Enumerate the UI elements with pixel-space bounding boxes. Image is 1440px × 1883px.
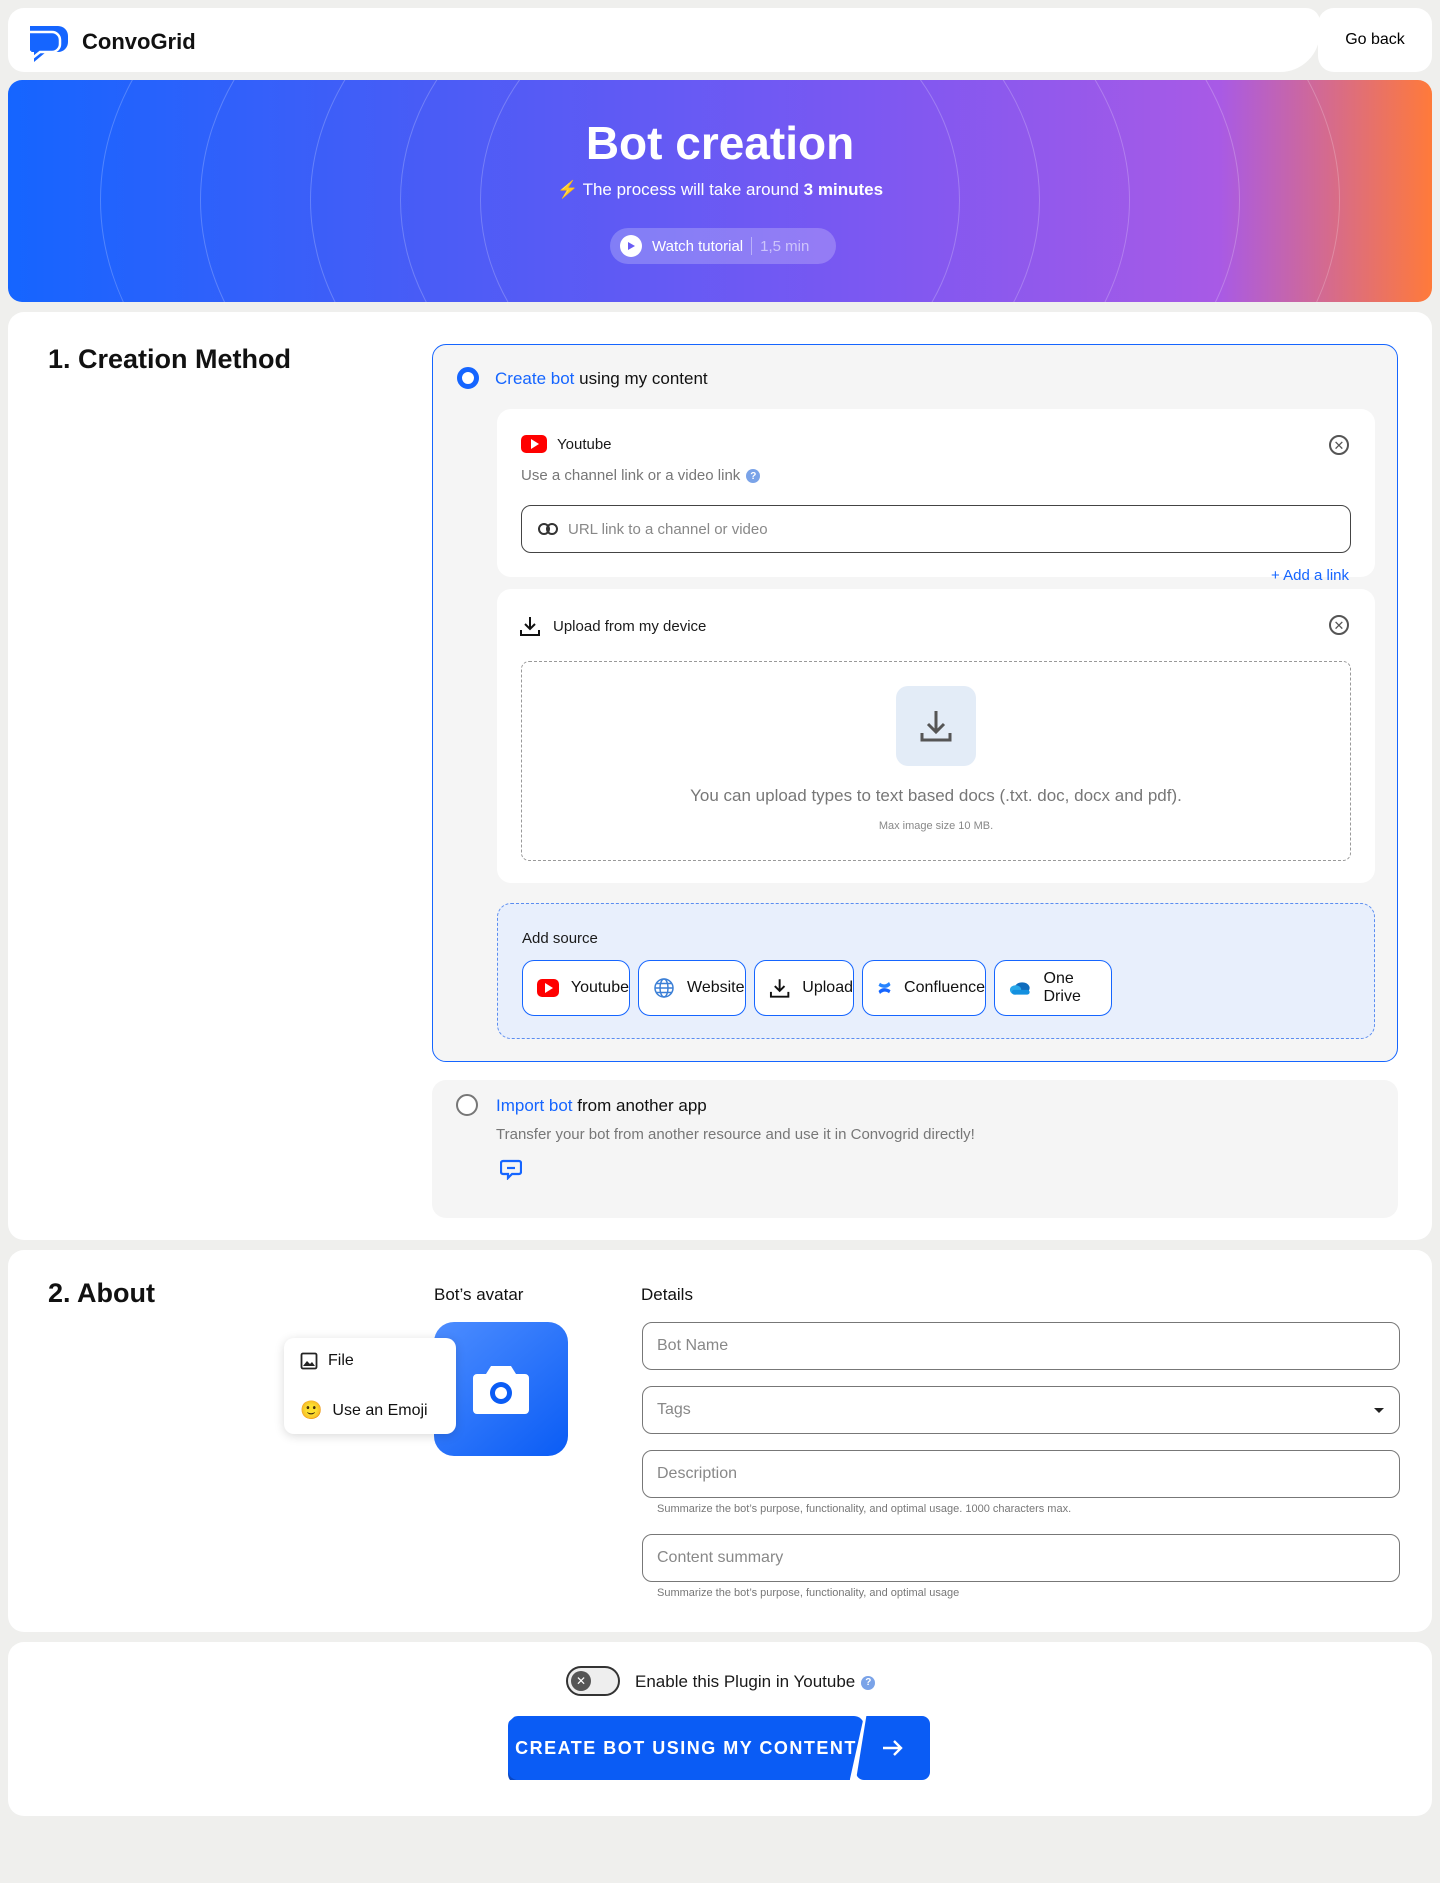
hero-banner: Bot creation ⚡ The process will take aro…	[8, 80, 1432, 302]
youtube-label: Youtube	[557, 435, 612, 453]
download-icon	[520, 617, 540, 636]
field-placeholder: Description	[657, 1465, 738, 1482]
avatar-menu: File 🙂 Use an Emoji	[284, 1338, 456, 1434]
source-onedrive-button[interactable]: One Drive	[994, 960, 1112, 1016]
watch-tutorial-button[interactable]: Watch tutorial 1,5 min	[610, 228, 836, 264]
link-icon	[538, 523, 558, 535]
upload-description: You can upload types to text based docs …	[690, 786, 1182, 805]
option-title-rest: using my content	[574, 369, 708, 388]
section-title: 1. Creation Method	[48, 344, 292, 374]
youtube-hint-text: Use a channel link or a video link	[521, 467, 741, 484]
page-title: Bot creation	[585, 117, 855, 169]
onedrive-icon	[1009, 982, 1030, 995]
youtube-icon	[521, 435, 547, 453]
close-icon: ✕	[571, 1671, 591, 1691]
next-arrow-button[interactable]	[856, 1716, 930, 1780]
create-with-content-option[interactable]: Create bot using my content Youtube ✕ Us…	[432, 344, 1398, 1062]
youtube-header: Youtube	[521, 435, 612, 453]
url-input[interactable]: URL link to a channel or video	[521, 505, 1351, 553]
convogrid-logo-icon	[24, 26, 68, 63]
field-placeholder: Bot Name	[657, 1337, 729, 1354]
bot-name-input[interactable]: Bot Name	[642, 1322, 1400, 1370]
toggle-label: Enable this Plugin in Youtube?	[635, 1672, 876, 1692]
help-icon[interactable]: ?	[861, 1675, 876, 1690]
option-description: Transfer your bot from another resource …	[496, 1126, 975, 1143]
top-bar: ConvoGrid	[8, 8, 1320, 72]
source-label: Confluence	[904, 979, 985, 996]
globe-icon	[654, 978, 674, 998]
upload-max-size: Max image size 10 MB.	[878, 820, 994, 832]
summary-hint: Summarize the bot’s purpose, functionali…	[657, 1587, 960, 1599]
subtitle-duration: 3 minutes	[803, 180, 884, 199]
option-title: Create bot using my content	[495, 369, 708, 389]
upload-icon	[896, 686, 976, 766]
radio-selected[interactable]	[457, 367, 479, 389]
youtube-hint: Use a channel link or a video link?	[521, 467, 761, 484]
image-icon	[300, 1352, 318, 1370]
enable-plugin-toggle[interactable]: ✕	[566, 1666, 620, 1696]
option-title-rest: from another app	[572, 1096, 707, 1115]
camera-icon	[473, 1366, 529, 1414]
menu-item-label: Use an Emoji	[332, 1401, 428, 1419]
add-source-title: Add source	[522, 930, 598, 947]
details-label: Details	[641, 1285, 693, 1304]
option-title-highlight: Create bot	[495, 369, 575, 388]
add-source-panel: Add source Youtube Website Upload Conflu…	[497, 903, 1375, 1039]
option-title: Import bot from another app	[496, 1096, 707, 1116]
menu-item-emoji[interactable]: 🙂 Use an Emoji	[300, 1400, 428, 1421]
field-placeholder: Content summary	[657, 1549, 784, 1566]
toggle-label-text: Enable this Plugin in Youtube	[635, 1672, 856, 1691]
source-youtube-button[interactable]: Youtube	[522, 960, 630, 1016]
import-bot-option[interactable]: Import bot from another app Transfer you…	[432, 1080, 1398, 1218]
source-label: One Drive	[1043, 970, 1081, 1005]
divider	[751, 237, 753, 255]
youtube-source-card: Youtube ✕ Use a channel link or a video …	[497, 409, 1375, 584]
description-hint: Summarize the bot’s purpose, functionali…	[657, 1503, 1072, 1515]
close-icon[interactable]: ✕	[1329, 435, 1349, 455]
youtube-icon	[537, 979, 559, 997]
description-input[interactable]: Description	[642, 1450, 1400, 1498]
source-label: Upload	[802, 979, 853, 996]
create-bot-button[interactable]: CREATE BOT USING MY CONTENT	[508, 1716, 864, 1780]
brand-name: ConvoGrid	[82, 29, 196, 54]
upload-source-card: Upload from my device ✕ You can upload t…	[497, 589, 1375, 883]
section-title: 2. About	[48, 1278, 155, 1308]
tutorial-duration: 1,5 min	[760, 237, 810, 255]
content-summary-input[interactable]: Content summary	[642, 1534, 1400, 1582]
arrow-right-icon	[883, 1740, 903, 1756]
go-back-button[interactable]: Go back	[1318, 8, 1432, 72]
chat-icon	[500, 1159, 522, 1180]
subtitle-text: The process will take around	[582, 180, 804, 199]
avatar-label: Bot’s avatar	[434, 1285, 524, 1304]
help-icon[interactable]: ?	[746, 469, 761, 484]
source-confluence-button[interactable]: Confluence	[862, 960, 986, 1016]
menu-item-label: File	[328, 1352, 354, 1369]
chevron-down-icon	[1374, 1408, 1384, 1413]
upload-label: Upload from my device	[553, 617, 707, 635]
upload-header: Upload from my device	[519, 615, 706, 637]
field-placeholder: Tags	[657, 1401, 691, 1418]
lightning-icon: ⚡	[556, 180, 579, 199]
play-icon	[620, 235, 642, 257]
option-title-highlight: Import bot	[496, 1096, 573, 1115]
source-label: Youtube	[570, 979, 629, 996]
close-icon[interactable]: ✕	[1329, 615, 1349, 635]
download-icon	[769, 979, 790, 998]
source-upload-button[interactable]: Upload	[754, 960, 854, 1016]
logo[interactable]: ConvoGrid	[24, 20, 196, 64]
add-link-button[interactable]: + Add a link	[1271, 567, 1349, 584]
hero-subtitle: ⚡ The process will take around 3 minutes	[8, 180, 1432, 200]
source-label: Website	[687, 979, 745, 996]
tags-select[interactable]: Tags	[642, 1386, 1400, 1434]
source-website-button[interactable]: Website	[638, 960, 746, 1016]
radio-unselected[interactable]	[456, 1094, 478, 1116]
menu-item-file[interactable]: File	[300, 1352, 354, 1370]
file-dropzone[interactable]: You can upload types to text based docs …	[521, 661, 1351, 861]
url-placeholder: URL link to a channel or video	[568, 520, 768, 538]
confluence-icon	[878, 981, 891, 995]
emoji-icon: 🙂	[300, 1400, 323, 1420]
watch-tutorial-label: Watch tutorial	[652, 237, 744, 255]
